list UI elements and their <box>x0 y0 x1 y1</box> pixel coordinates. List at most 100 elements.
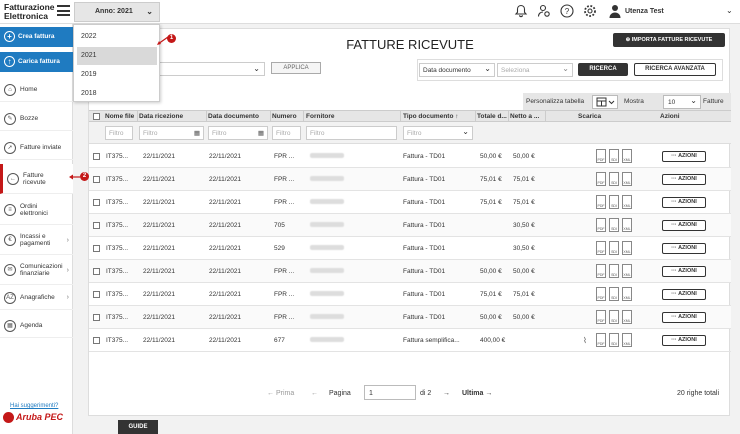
cell-file[interactable]: IT375... <box>106 222 128 229</box>
cell-file[interactable]: IT375... <box>106 245 128 252</box>
avatar[interactable] <box>608 4 622 18</box>
download-sdi-icon[interactable]: SDI <box>609 264 619 278</box>
row-checkbox[interactable] <box>93 176 100 183</box>
download-pdf-icon[interactable]: PDF <box>596 241 606 255</box>
cell-file[interactable]: IT375... <box>106 176 128 183</box>
download-sdi-icon[interactable]: SDI <box>609 287 619 301</box>
next-page-button[interactable]: → <box>443 390 450 397</box>
attachment-icon[interactable]: ⌇ <box>583 336 587 345</box>
column-header-net[interactable]: Netto a ... <box>510 113 544 120</box>
row-checkbox[interactable] <box>93 222 100 229</box>
actions-button[interactable]: ··· AZIONI <box>662 243 706 254</box>
download-sdi-icon[interactable]: SDI <box>609 218 619 232</box>
download-pdf-icon[interactable]: PDF <box>596 218 606 232</box>
year-option[interactable]: 2022 <box>77 28 157 46</box>
actions-button[interactable]: ··· AZIONI <box>662 335 706 346</box>
prev-page-button[interactable]: ← <box>311 390 318 397</box>
select-all-checkbox[interactable] <box>93 113 100 120</box>
filter-doc-type-select[interactable]: Filtro ⌄ <box>403 126 473 140</box>
import-invoices-button[interactable]: ⊕ IMPORTA FATTURE RICEVUTE <box>613 33 725 47</box>
menu-icon[interactable] <box>57 5 70 16</box>
year-option-selected[interactable]: 2021 <box>77 47 157 65</box>
column-header-total[interactable]: Totale d... <box>477 113 507 120</box>
download-xml-icon[interactable]: XML <box>622 310 632 324</box>
cell-file[interactable]: IT375... <box>106 199 128 206</box>
column-header-supplier[interactable]: Fornitore <box>306 113 396 120</box>
column-header-doc-type[interactable]: Tipo documento ↑ <box>403 113 473 120</box>
row-checkbox[interactable] <box>93 199 100 206</box>
download-xml-icon[interactable]: XML <box>622 149 632 163</box>
table-row[interactable]: IT375... 22/11/2021 22/11/2021 705 Fattura -… <box>89 214 731 237</box>
column-header-number[interactable]: Numero <box>272 113 304 120</box>
advanced-search-button[interactable]: RICERCA AVANZATA <box>634 63 716 76</box>
cell-file[interactable]: IT375... <box>106 153 128 160</box>
download-xml-icon[interactable]: XML <box>622 218 632 232</box>
download-xml-icon[interactable]: XML <box>622 264 632 278</box>
row-checkbox[interactable] <box>93 314 100 321</box>
first-page-button[interactable]: ← Prima <box>267 390 294 397</box>
suggestions-link[interactable]: Hai suggerimenti? <box>10 403 58 409</box>
download-sdi-icon[interactable]: SDI <box>609 310 619 324</box>
apply-button[interactable]: APPLICA <box>271 62 321 74</box>
sidebar-item-drafts[interactable]: ✎ Bozze <box>0 107 73 131</box>
column-header-received[interactable]: Data ricezione <box>139 113 205 120</box>
download-sdi-icon[interactable]: SDI <box>609 333 619 347</box>
column-header-file[interactable]: Nome file <box>105 113 137 120</box>
download-pdf-icon[interactable]: PDF <box>596 264 606 278</box>
calendar-icon[interactable]: ▦ <box>194 129 200 137</box>
filter-supplier-input[interactable]: Filtro <box>306 126 397 140</box>
download-pdf-icon[interactable]: PDF <box>596 333 606 347</box>
calendar-icon[interactable]: ▦ <box>258 129 264 137</box>
download-xml-icon[interactable]: XML <box>622 172 632 186</box>
sidebar-item-home[interactable]: ⌂ Home <box>0 78 73 102</box>
column-header-doc-date[interactable]: Data documento <box>208 113 268 120</box>
filter-file-input[interactable]: Filtro <box>105 126 133 140</box>
year-option[interactable]: 2019 <box>77 66 157 84</box>
sidebar-item-sent-invoices[interactable]: ➚ Fatture inviate <box>0 136 73 160</box>
download-sdi-icon[interactable]: SDI <box>609 149 619 163</box>
row-checkbox[interactable] <box>93 337 100 344</box>
actions-button[interactable]: ··· AZIONI <box>662 197 706 208</box>
page-number-input[interactable]: 1 <box>364 385 416 400</box>
download-sdi-icon[interactable]: SDI <box>609 241 619 255</box>
year-option[interactable]: 2018 <box>77 85 157 103</box>
date-filter-select[interactable]: Data documento ⌄ <box>419 63 495 77</box>
filter-number-input[interactable]: Filtro <box>272 126 301 140</box>
download-pdf-icon[interactable]: PDF <box>596 287 606 301</box>
search-button[interactable]: RICERCA <box>578 63 628 76</box>
filter-received-input[interactable]: Filtro ▦ <box>139 126 204 140</box>
user-settings-icon[interactable] <box>537 4 551 18</box>
help-icon[interactable]: ? <box>560 4 574 18</box>
sidebar-item-registry[interactable]: AZ Anagrafiche › <box>0 286 73 310</box>
last-page-button[interactable]: Ultima → <box>462 390 492 397</box>
actions-button[interactable]: ··· AZIONI <box>662 151 706 162</box>
bell-icon[interactable] <box>514 4 528 18</box>
cell-file[interactable]: IT375... <box>106 314 128 321</box>
row-checkbox[interactable] <box>93 153 100 160</box>
gear-icon[interactable] <box>583 4 597 18</box>
actions-button[interactable]: ··· AZIONI <box>662 220 706 231</box>
download-xml-icon[interactable]: XML <box>622 333 632 347</box>
table-row[interactable]: IT375... 22/11/2021 22/11/2021 677 Fattura s… <box>89 329 731 352</box>
download-xml-icon[interactable]: XML <box>622 287 632 301</box>
create-invoice-button[interactable]: + Crea fattura <box>0 27 73 47</box>
actions-button[interactable]: ··· AZIONI <box>662 312 706 323</box>
sidebar-item-electronic-orders[interactable]: ≡ Ordini elettronici <box>0 195 73 225</box>
table-row[interactable]: IT375... 22/11/2021 22/11/2021 FPR ... Fattu… <box>89 145 731 168</box>
download-xml-icon[interactable]: XML <box>622 195 632 209</box>
customize-table-button[interactable] <box>592 95 618 109</box>
table-row[interactable]: IT375... 22/11/2021 22/11/2021 FPR ... Fattu… <box>89 168 731 191</box>
actions-button[interactable]: ··· AZIONI <box>662 266 706 277</box>
table-row[interactable]: IT375... 22/11/2021 22/11/2021 FPR ... Fattu… <box>89 306 731 329</box>
cell-file[interactable]: IT375... <box>106 291 128 298</box>
download-sdi-icon[interactable]: SDI <box>609 172 619 186</box>
sidebar-item-agenda[interactable]: ▦ Agenda <box>0 314 73 338</box>
download-pdf-icon[interactable]: PDF <box>596 310 606 324</box>
filter-doc-date-input[interactable]: Filtro ▦ <box>208 126 268 140</box>
sidebar-item-financial-communications[interactable]: ✉ Comunicazioni finanziarie › <box>0 256 73 285</box>
row-checkbox[interactable] <box>93 291 100 298</box>
table-row[interactable]: IT375... 22/11/2021 22/11/2021 FPR ... Fattu… <box>89 283 731 306</box>
download-xml-icon[interactable]: XML <box>622 241 632 255</box>
cell-file[interactable]: IT375... <box>106 337 128 344</box>
user-name[interactable]: Utenza Test <box>625 8 664 15</box>
